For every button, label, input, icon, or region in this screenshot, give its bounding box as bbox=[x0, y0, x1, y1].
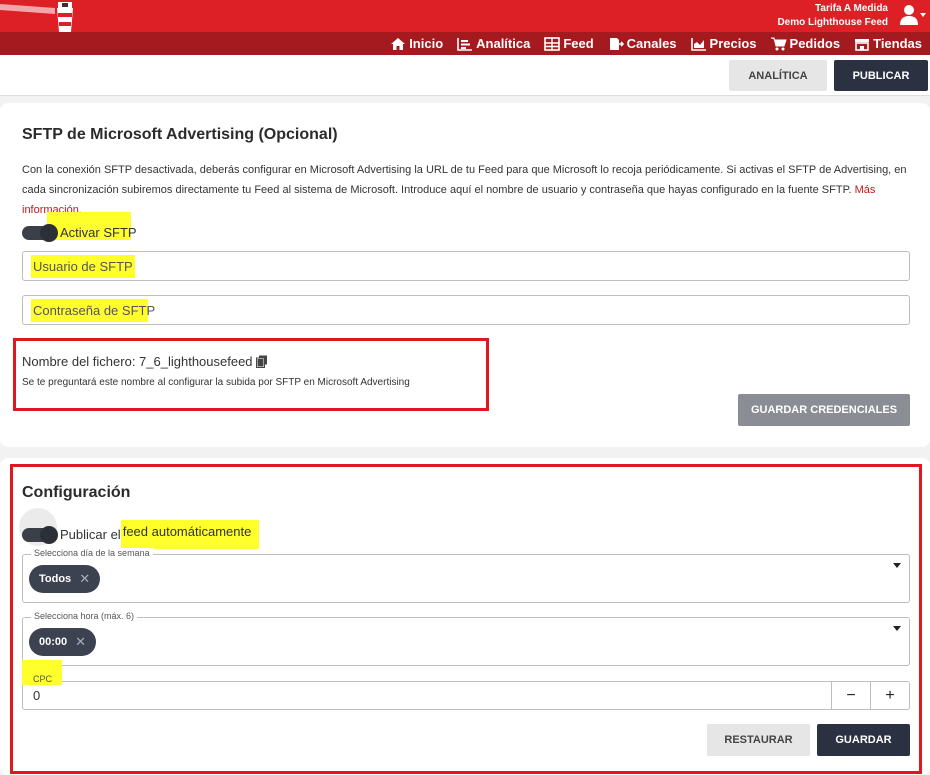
nav-label: Tiendas bbox=[873, 36, 922, 51]
sftp-title: SFTP de Microsoft Advertising (Opcional) bbox=[22, 126, 338, 143]
sftp-password-field[interactable]: Contraseña de SFTP bbox=[22, 295, 910, 325]
day-chip-label: Todos bbox=[39, 573, 72, 585]
home-icon bbox=[391, 37, 406, 50]
nav-analitica[interactable]: Analítica bbox=[457, 36, 530, 51]
nav-label: Pedidos bbox=[789, 36, 841, 51]
dropdown-arrow-icon[interactable] bbox=[893, 626, 901, 631]
toggle-switch[interactable] bbox=[22, 525, 58, 544]
annotation-box-filename bbox=[13, 338, 489, 411]
config-title: Configuración bbox=[22, 484, 131, 501]
nav-label: Feed bbox=[563, 36, 594, 51]
day-select-label: Selecciona día de la semana bbox=[31, 548, 153, 558]
cpc-value[interactable]: 0 bbox=[33, 688, 40, 703]
toggle-knob bbox=[40, 223, 58, 242]
sftp-password-placeholder: Contraseña de SFTP bbox=[31, 298, 158, 322]
nav-canales[interactable]: Canales bbox=[608, 36, 677, 51]
sftp-description-text: Con la conexión SFTP desactivada, deberá… bbox=[22, 164, 907, 196]
action-bar: ANALÍTICA PUBLICAR bbox=[0, 55, 930, 96]
nav-feed[interactable]: Feed bbox=[544, 36, 594, 51]
nav-label: Precios bbox=[709, 36, 757, 51]
grid-icon bbox=[544, 36, 561, 51]
nav-label: Inicio bbox=[409, 36, 444, 51]
top-header: Tarifa A Medida Demo Lighthouse Feed bbox=[0, 0, 930, 32]
hour-chip: 00:00 ✕ bbox=[29, 628, 97, 656]
sftp-user-placeholder: Usuario de SFTP bbox=[31, 254, 135, 278]
account-name: Demo Lighthouse Feed bbox=[777, 17, 888, 28]
save-button[interactable]: GUARDAR bbox=[817, 724, 910, 756]
cpc-field[interactable]: 0 − + bbox=[22, 681, 910, 710]
nav-pedidos[interactable]: Pedidos bbox=[770, 36, 841, 51]
sftp-toggle-label: Activar SFTP bbox=[60, 225, 137, 240]
auto-publish-toggle[interactable]: Publicar el feed automáticamente bbox=[22, 520, 260, 549]
cpc-increment-button[interactable]: + bbox=[870, 682, 909, 709]
lighthouse-logo[interactable] bbox=[0, 0, 80, 32]
cpc-decrement-button[interactable]: − bbox=[831, 682, 870, 709]
analytics-button[interactable]: ANALÍTICA bbox=[729, 60, 827, 91]
auto-publish-highlight: feed automáticamente bbox=[120, 520, 260, 549]
sftp-user-field[interactable]: Usuario de SFTP bbox=[22, 251, 910, 281]
cart-icon bbox=[770, 37, 787, 50]
nav-label: Canales bbox=[626, 36, 677, 51]
day-chip: Todos ✕ bbox=[29, 565, 101, 593]
nav-precios[interactable]: Precios bbox=[690, 36, 757, 51]
save-credentials-button[interactable]: GUARDAR CREDENCIALES bbox=[738, 394, 910, 426]
toggle-knob bbox=[40, 525, 58, 544]
main-navbar: Inicio Analítica Feed Canales Precios Pe… bbox=[0, 32, 930, 55]
price-chart-icon bbox=[690, 37, 706, 51]
store-icon bbox=[855, 38, 870, 51]
restore-button[interactable]: RESTAURAR bbox=[707, 724, 810, 756]
sftp-description: Con la conexión SFTP desactivada, deberá… bbox=[22, 160, 912, 220]
hour-select-label: Selecciona hora (máx. 6) bbox=[31, 611, 138, 621]
remove-chip-icon[interactable]: ✕ bbox=[75, 634, 86, 650]
nav-inicio[interactable]: Inicio bbox=[390, 36, 443, 51]
chart-icon bbox=[457, 37, 473, 51]
publish-button[interactable]: PUBLICAR bbox=[834, 60, 928, 91]
hour-select[interactable]: Selecciona hora (máx. 6) 00:00 ✕ bbox=[22, 611, 910, 666]
day-select[interactable]: Selecciona día de la semana Todos ✕ bbox=[22, 548, 910, 603]
cpc-label: CPC bbox=[33, 674, 53, 684]
toggle-switch[interactable] bbox=[22, 223, 58, 242]
sftp-toggle[interactable]: Activar SFTP bbox=[22, 223, 137, 242]
export-icon bbox=[609, 37, 624, 50]
hour-chip-label: 00:00 bbox=[39, 636, 68, 648]
nav-label: Analítica bbox=[476, 36, 531, 51]
nav-tiendas[interactable]: Tiendas bbox=[854, 36, 922, 51]
dropdown-arrow-icon[interactable] bbox=[893, 563, 901, 568]
user-name: Tarifa A Medida bbox=[815, 3, 888, 14]
auto-publish-prefix: Publicar el bbox=[60, 527, 121, 542]
user-info[interactable]: Tarifa A Medida Demo Lighthouse Feed bbox=[777, 2, 888, 30]
remove-chip-icon[interactable]: ✕ bbox=[79, 571, 90, 587]
user-menu-icon[interactable] bbox=[898, 3, 928, 27]
